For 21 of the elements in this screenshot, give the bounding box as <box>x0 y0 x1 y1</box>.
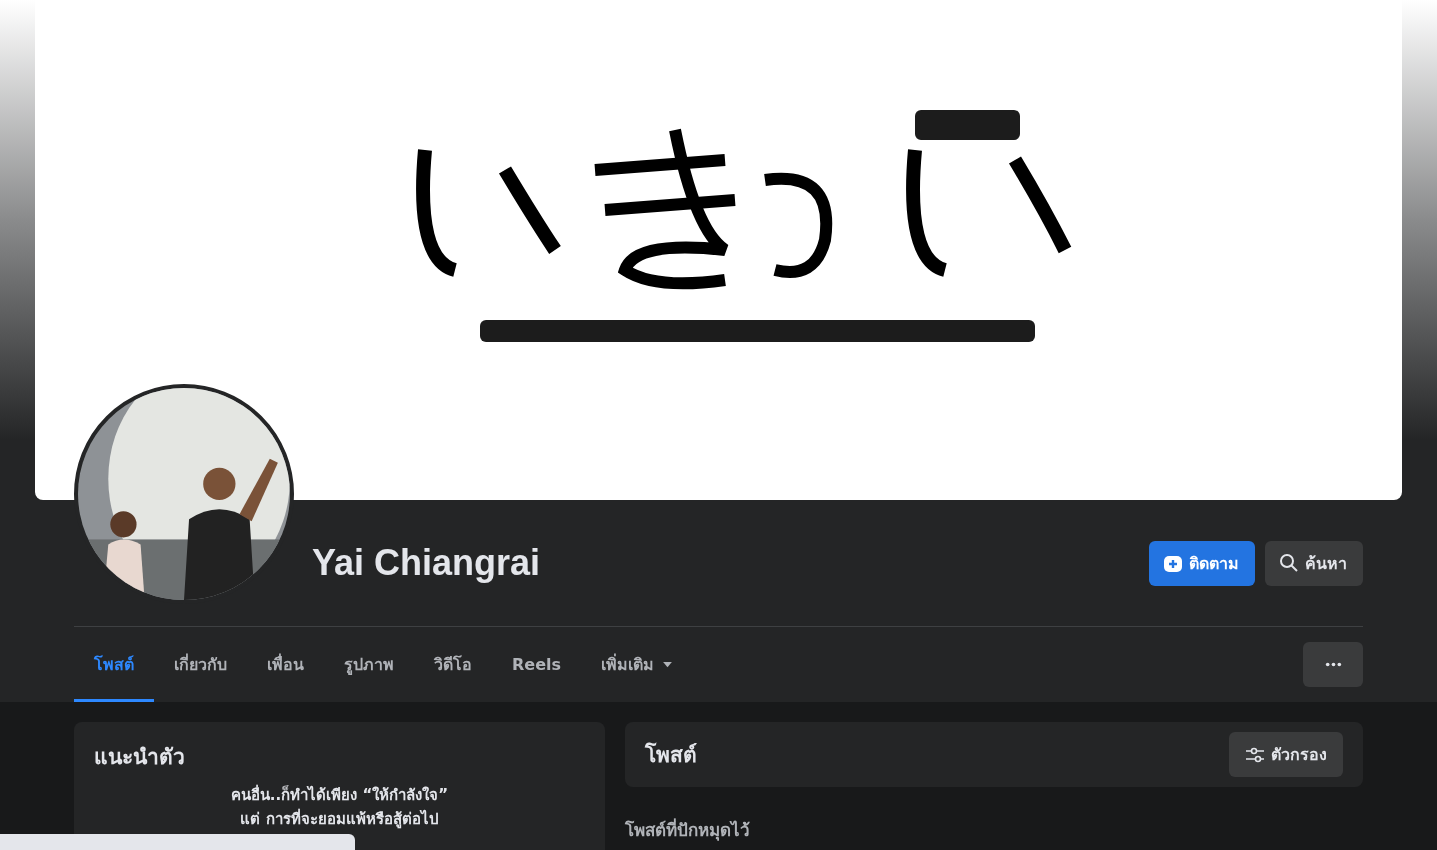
bio-text: แต่ การที่จะยอมแพ้หรือสู้ต่อไป <box>239 807 440 831</box>
search-icon <box>1279 553 1299 573</box>
profile-tab[interactable]: เพื่อน <box>247 627 324 702</box>
profile-tab[interactable]: เพิ่มเติม <box>581 627 694 702</box>
more-button[interactable] <box>1303 642 1363 687</box>
profile-tab[interactable]: Reels <box>492 627 582 702</box>
profile-name: Yai Chiangrai <box>312 542 541 584</box>
profile-tab[interactable]: รูปภาพ <box>324 627 414 702</box>
more-icon <box>1324 662 1342 667</box>
intro-title: แนะนำตัว <box>94 744 186 771</box>
bio-text: คนอื่น..ก็ทำได้เพียง “ให้กำลังใจ” <box>229 783 450 806</box>
follow-button[interactable]: ติดตาม <box>1149 540 1255 586</box>
profile-tab[interactable]: เกี่ยวกับ <box>154 627 247 702</box>
plus-icon <box>1163 553 1183 573</box>
caret-icon <box>662 661 674 668</box>
search-button[interactable]: ค้นหา <box>1265 540 1363 586</box>
profile-tab[interactable]: วิดีโอ <box>414 627 492 702</box>
posts-title: โพสต์ <box>645 741 697 769</box>
pinned-heading: โพสต์ที่ปักหมุดไว้ <box>625 819 751 841</box>
filter-button[interactable]: ตัวกรอง <box>1229 732 1343 777</box>
profile-tab[interactable]: โพสต์ <box>74 627 154 702</box>
